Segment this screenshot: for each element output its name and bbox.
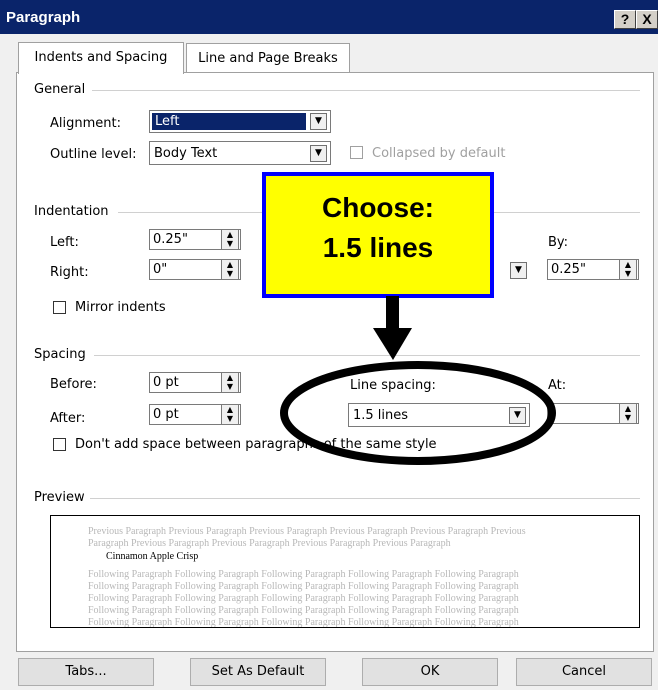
arrow-shaft <box>386 296 399 330</box>
highlight-ellipse <box>280 361 556 465</box>
tab-indents-and-spacing[interactable]: Indents and Spacing <box>18 42 184 74</box>
annotation-overlay <box>280 296 556 465</box>
arrow-head-icon <box>373 328 412 360</box>
